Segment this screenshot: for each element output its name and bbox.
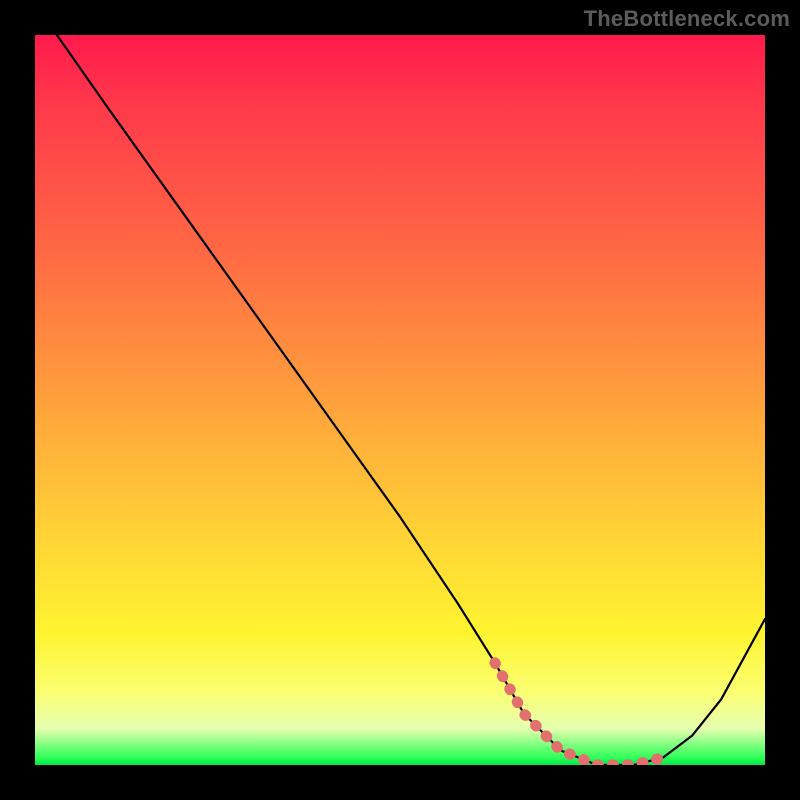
sweet-spot-highlight-path [495,663,663,765]
chart-stage: TheBottleneck.com [0,0,800,800]
plot-area [35,35,765,765]
curve-overlay [35,35,765,765]
watermark-text: TheBottleneck.com [584,6,790,32]
bottleneck-curve-path [57,35,765,765]
